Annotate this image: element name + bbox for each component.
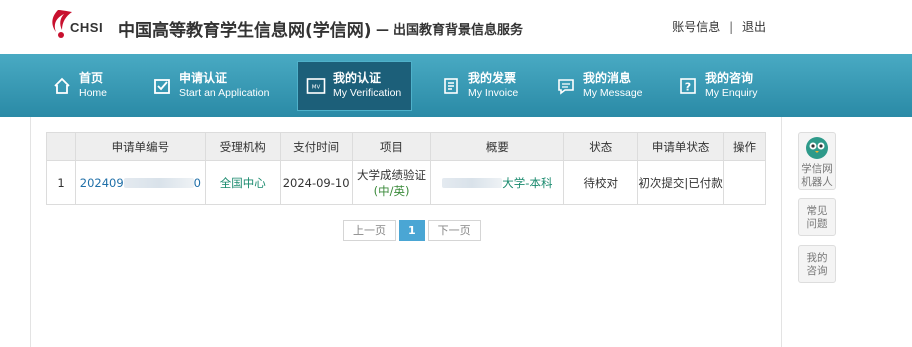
verification-table: 申请单编号 受理机构 支付时间 项目 概要 状态 申请单状态 操作 1 2024…	[46, 132, 766, 205]
nav-label-zh: 申请认证	[179, 70, 228, 85]
project-language: (中/英)	[373, 183, 410, 198]
robot-assistant-button[interactable]: 学信网 机器人	[798, 132, 836, 190]
operation-cell	[723, 160, 766, 205]
home-icon	[52, 76, 72, 96]
nav-label-en: Start an Application	[179, 86, 270, 99]
column-header: 项目	[351, 132, 432, 161]
column-header: 概要	[430, 132, 565, 161]
order-id-link[interactable]: 202409 0	[74, 160, 206, 205]
pay-time: 2024-09-10	[279, 160, 353, 205]
row-index: 1	[46, 160, 76, 205]
enquiry-label: 我的	[806, 252, 828, 264]
nav-label-en: My Verification	[333, 87, 402, 99]
nav-item-apply[interactable]: 申请认证 Start an Application	[152, 54, 269, 117]
project-name: 大学成绩验证	[357, 167, 427, 182]
nav-label-en: My Enquiry	[705, 86, 758, 99]
summary-text[interactable]: 大学-本科	[502, 176, 552, 190]
status-cell: 待校对	[563, 160, 639, 205]
nav-label-en: My Message	[583, 86, 643, 99]
table-row: 1 202409 0 全国中心 2024-09-10 大学成绩验证 (中/英) 大…	[46, 160, 766, 205]
column-header: 申请单编号	[74, 132, 206, 161]
message-icon	[556, 76, 576, 96]
account-info-link[interactable]: 账号信息	[672, 20, 720, 34]
prev-page-button[interactable]: 上一页	[343, 220, 396, 241]
column-header: 受理机构	[204, 132, 281, 161]
column-header	[46, 132, 76, 161]
redacted-block	[442, 178, 503, 188]
robot-owl-icon	[806, 137, 828, 159]
table-header-row: 申请单编号 受理机构 支付时间 项目 概要 状态 申请单状态 操作	[46, 132, 766, 161]
main-nav: 首页 Home 申请认证 Start an Application MV 我的认证 M…	[0, 54, 912, 117]
content-border	[781, 117, 782, 347]
current-page[interactable]: 1	[399, 220, 425, 241]
pagination: 上一页 1 下一页	[343, 220, 481, 241]
account-links: 账号信息 | 退出	[672, 18, 766, 35]
site-title: 中国高等教育学生信息网(学信网)	[118, 21, 372, 41]
faq-label: 常见	[806, 205, 828, 217]
nav-label-zh: 首页	[79, 70, 104, 85]
robot-label: 机器人	[801, 176, 833, 188]
svg-text:MV: MV	[312, 85, 321, 91]
faq-label: 问题	[806, 218, 828, 230]
nav-label-zh: 我的发票	[468, 70, 517, 85]
nav-item-enquiry[interactable]: ? 我的咨询 My Enquiry	[678, 54, 758, 117]
order-id-prefix[interactable]: 202409	[80, 176, 124, 190]
column-header: 支付时间	[279, 132, 353, 161]
redacted-block	[123, 178, 194, 188]
next-page-button[interactable]: 下一页	[427, 220, 481, 241]
nav-label-en: My Invoice	[468, 86, 519, 99]
robot-label: 学信网	[801, 163, 833, 175]
svg-text:?: ?	[685, 80, 691, 93]
agency-text[interactable]: 全国中心	[220, 176, 266, 190]
nav-label-zh: 我的消息	[583, 70, 632, 85]
enquiry-label: 咨询	[806, 265, 828, 277]
invoice-icon	[441, 76, 461, 96]
column-header: 操作	[723, 132, 766, 161]
nav-item-invoice[interactable]: 我的发票 My Invoice	[441, 54, 518, 117]
logout-link[interactable]: 退出	[742, 20, 766, 34]
site-header: CHSI 中国高等教育学生信息网(学信网) — 出国教育背景信息服务 账号信息 |…	[0, 0, 912, 54]
nav-label-zh: 我的咨询	[705, 70, 754, 85]
separator: |	[729, 20, 734, 34]
nav-item-home[interactable]: 首页 Home	[52, 54, 107, 117]
my-enquiry-button[interactable]: 我的 咨询	[798, 245, 836, 283]
project-cell: 大学成绩验证 (中/英)	[351, 160, 432, 205]
card-icon: MV	[306, 76, 326, 96]
content-border	[30, 117, 31, 347]
nav-item-my-verification[interactable]: MV 我的认证 My Verification	[297, 61, 413, 111]
question-icon: ?	[678, 76, 698, 96]
order-status-cell: 初次提交|已付款	[637, 160, 724, 205]
column-header: 状态	[563, 132, 639, 161]
order-id-tail[interactable]: 0	[194, 176, 201, 190]
faq-button[interactable]: 常见 问题	[798, 198, 836, 236]
column-header: 申请单状态	[637, 132, 724, 161]
summary-cell[interactable]: 大学-本科	[430, 160, 565, 205]
nav-label-zh: 我的认证	[333, 71, 382, 85]
nav-item-message[interactable]: 我的消息 My Message	[556, 54, 643, 117]
site-subtitle: — 出国教育背景信息服务	[376, 23, 524, 38]
nav-label-en: Home	[79, 86, 108, 99]
agency-link[interactable]: 全国中心	[204, 160, 281, 205]
logo-text: CHSI	[70, 20, 104, 35]
checkbox-icon	[152, 76, 172, 96]
